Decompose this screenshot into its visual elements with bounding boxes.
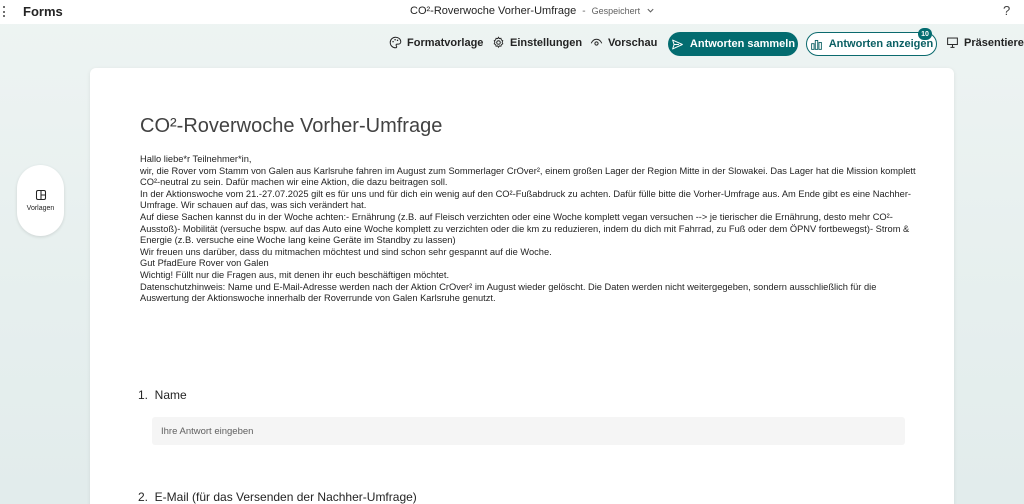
collect-responses-button[interactable]: Antworten sammeln — [668, 32, 798, 56]
app-launcher-icon[interactable] — [0, 6, 7, 18]
description-line: wir, die Rover vom Stamm von Galen aus K… — [140, 165, 916, 188]
chart-icon — [810, 39, 822, 50]
eye-icon — [590, 38, 603, 46]
description-line: Datenschutzhinweis: Name und E-Mail-Adre… — [140, 281, 877, 304]
format-button[interactable]: Formatvorlage — [389, 36, 483, 49]
present-label: Präsentieren — [964, 36, 1024, 49]
top-bar: Forms CO²-Roverwoche Vorher-Umfrage - Ge… — [0, 0, 1024, 24]
settings-button[interactable]: Einstellungen — [492, 36, 582, 49]
view-responses-label: Antworten anzeigen — [828, 38, 934, 50]
chevron-down-icon[interactable] — [646, 6, 655, 17]
gear-icon — [493, 36, 504, 49]
send-icon — [672, 39, 683, 49]
help-button[interactable]: ? — [1003, 3, 1010, 18]
question-name-label[interactable]: 1. Name — [138, 388, 187, 402]
name-answer-input[interactable]: Ihre Antwort eingeben — [152, 417, 905, 445]
description-line: In der Aktionswoche vom 21.-27.07.2025 g… — [140, 188, 912, 211]
form-description[interactable]: Hallo liebe*r Teilnehmer*in, wir, die Ro… — [140, 154, 920, 305]
settings-label: Einstellungen — [510, 36, 583, 49]
present-button[interactable]: Präsentieren — [946, 36, 1024, 49]
templates-icon — [35, 189, 46, 201]
save-status: Gespeichert — [591, 6, 641, 16]
form-card: CO²-Roverwoche Vorher-Umfrage Hallo lieb… — [90, 68, 954, 504]
collect-label: Antworten sammeln — [689, 38, 796, 50]
palette-icon — [389, 36, 402, 49]
preview-button[interactable]: Vorschau — [590, 36, 657, 49]
presentation-icon — [947, 37, 958, 48]
templates-button[interactable]: Vorlagen — [17, 165, 64, 236]
description-line: Wir freuen uns darüber, dass du mitmache… — [140, 246, 552, 257]
app-name[interactable]: Forms — [23, 4, 63, 19]
document-title: CO²-Roverwoche Vorher-Umfrage — [410, 5, 577, 17]
preview-label: Vorschau — [608, 36, 658, 49]
response-count-badge: 10 — [918, 28, 932, 40]
templates-label: Vorlagen — [26, 205, 55, 212]
question-email-label[interactable]: 2. E-Mail (für das Versenden der Nachher… — [138, 490, 417, 504]
description-line: Auf diese Sachen kannst du in der Woche … — [140, 211, 910, 246]
toolbar: Formatvorlage Einstellungen Vorschau Ant… — [0, 28, 1024, 62]
description-line: Wichtig! Füllt nur die Fragen aus, mit d… — [140, 269, 450, 280]
title-separator: - — [582, 5, 586, 17]
description-line: Hallo liebe*r Teilnehmer*in, — [140, 154, 252, 164]
document-title-area[interactable]: CO²-Roverwoche Vorher-Umfrage - Gespeich… — [410, 5, 655, 17]
form-title[interactable]: CO²-Roverwoche Vorher-Umfrage — [140, 115, 442, 138]
description-line: Gut PfadEure Rover von Galen — [140, 258, 269, 269]
format-label: Formatvorlage — [407, 36, 484, 49]
